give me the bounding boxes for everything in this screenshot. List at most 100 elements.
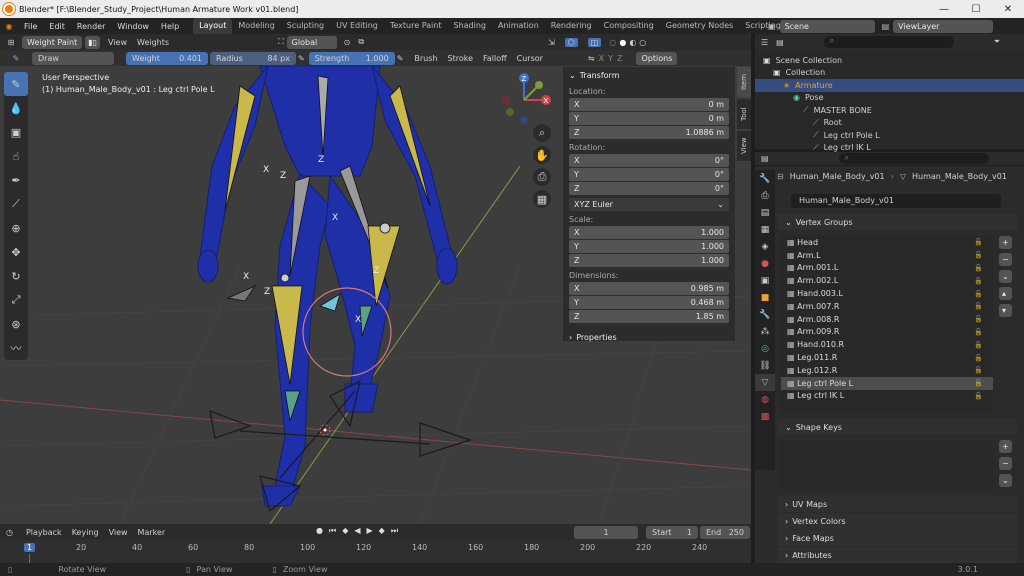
lock-icon[interactable]: 🔓 — [974, 264, 983, 272]
gizmo-toggle-icon[interactable]: ⇲ — [548, 38, 555, 47]
tab-shading[interactable]: Shading — [447, 18, 492, 34]
view-layer-selector[interactable]: ViewLayer — [893, 20, 994, 33]
mode-selector[interactable]: Weight Paint — [22, 35, 83, 49]
vertex-group-item[interactable]: ▦ Leg.012.R 🔓 — [781, 364, 993, 377]
transform-orientation[interactable]: Global — [286, 35, 337, 49]
strength-pressure-icon[interactable]: ✎ — [397, 54, 404, 63]
maximize-button[interactable]: ☐ — [960, 0, 992, 18]
dimensions-x-field[interactable]: X 0.985 m — [569, 282, 729, 295]
menu-render[interactable]: Render — [71, 22, 111, 31]
lock-icon[interactable]: 🔓 — [974, 328, 983, 336]
material-tab-icon[interactable]: ◍ — [755, 391, 775, 408]
tab-geometry-nodes[interactable]: Geometry Nodes — [660, 18, 739, 34]
jump-end-icon[interactable]: ⏭ — [391, 526, 398, 536]
world-tab-icon[interactable]: ● — [755, 255, 775, 272]
remove-vertex-group-button[interactable]: − — [999, 253, 1012, 266]
menu-brush[interactable]: Brush — [409, 54, 442, 63]
weight-field[interactable]: Weight 0.401 — [126, 51, 208, 65]
outliner-row[interactable]: ⟋ Root — [755, 117, 1024, 130]
end-frame-field[interactable]: End 250 — [700, 526, 750, 539]
close-button[interactable]: ✕ — [992, 0, 1024, 18]
current-frame-field[interactable]: 1 — [574, 526, 638, 539]
menu-stroke[interactable]: Stroke — [443, 54, 479, 63]
rotation-x-field[interactable]: X 0° — [569, 154, 729, 167]
play-icon[interactable]: ▶ — [367, 526, 373, 536]
outliner-editor-icon[interactable]: ☰ — [761, 38, 768, 47]
navigation-gizmo[interactable]: Z X — [498, 72, 558, 132]
paint-mask-toggle[interactable]: ▮▯ — [85, 35, 101, 49]
filter-display-mode-icon[interactable]: ▤ — [776, 38, 784, 47]
tab-modeling[interactable]: Modeling — [232, 18, 280, 34]
properties-search-input[interactable]: ⌕ — [838, 153, 989, 164]
tab-animation[interactable]: Animation — [492, 18, 545, 34]
modifier-tab-icon[interactable]: 🔧 — [755, 306, 775, 323]
minimize-button[interactable]: — — [928, 0, 960, 18]
attributes-header[interactable]: › Attributes — [777, 547, 1017, 563]
scale-y-field[interactable]: Y 1.000 — [569, 240, 729, 253]
play-reverse-icon[interactable]: ◀ — [354, 526, 360, 536]
vertex-colors-header[interactable]: › Vertex Colors — [777, 513, 1017, 529]
outliner-row[interactable]: ◉ Pose — [755, 92, 1024, 105]
average-tool-icon[interactable]: ▣ — [4, 120, 28, 144]
editor-type-icon[interactable]: ⊞ — [0, 38, 22, 47]
constraints-tab-icon[interactable]: ⛓ — [755, 357, 775, 374]
lock-icon[interactable]: 🔓 — [974, 277, 983, 285]
add-vertex-group-button[interactable]: + — [999, 236, 1012, 249]
data-tab-icon[interactable]: ▽ — [755, 374, 775, 391]
lock-icon[interactable]: 🔓 — [974, 302, 983, 310]
annotate-tool-icon[interactable]: 〰 — [4, 336, 28, 360]
shape-keys-header[interactable]: ⌄ Shape Keys — [777, 419, 1017, 435]
shading-modes[interactable]: ◌ ● ◐ ○ — [609, 38, 646, 47]
vertex-group-item[interactable]: ▦ Hand.003.L 🔓 — [781, 287, 993, 300]
start-frame-field[interactable]: Start 1 — [646, 526, 698, 539]
vertex-group-item[interactable]: ▦ Arm.001.L 🔓 — [781, 262, 993, 275]
vertex-group-item[interactable]: ▦ Arm.008.R 🔓 — [781, 313, 993, 326]
vertex-group-item[interactable]: ▦ Arm.L 🔓 — [781, 249, 993, 262]
tab-layout[interactable]: Layout — [193, 18, 233, 34]
brush-selector[interactable]: Draw — [32, 51, 114, 65]
rotate-tool-icon[interactable]: ↻ — [4, 264, 28, 288]
lock-icon[interactable]: 🔓 — [974, 392, 983, 400]
smear-tool-icon[interactable]: ☝ — [4, 144, 28, 168]
scale-z-field[interactable]: Z 1.000 — [569, 254, 729, 267]
outliner-row[interactable]: ⟋ Leg ctrl Pole L — [755, 129, 1024, 142]
tab-item[interactable]: Item — [737, 67, 751, 97]
vertex-group-item[interactable]: ▦ Arm.007.R 🔓 — [781, 300, 993, 313]
rotation-z-field[interactable]: Z 0° — [569, 182, 729, 195]
zoom-icon[interactable]: ⌕ — [533, 124, 551, 142]
draw-tool-icon[interactable]: ✎ — [4, 72, 28, 96]
menu-view[interactable]: View — [103, 38, 132, 47]
scale-tool-icon[interactable]: ⤢ — [4, 288, 28, 312]
outliner-row[interactable]: ▣ Scene Collection — [755, 54, 1024, 67]
outliner-row[interactable]: ▣ Collection — [755, 67, 1024, 80]
timeline-ruler[interactable]: 1 20 40 60 80 100 120 140 160 180 200 220 240 — [0, 540, 751, 563]
radius-pressure-icon[interactable]: ✎ — [298, 54, 305, 63]
menu-falloff[interactable]: Falloff — [478, 54, 512, 63]
tab-tool[interactable]: Tool — [737, 99, 751, 129]
move-up-button[interactable]: ▴ — [999, 287, 1012, 300]
face-maps-header[interactable]: › Face Maps — [777, 530, 1017, 546]
uv-maps-header[interactable]: › UV Maps — [777, 496, 1017, 512]
remove-shape-key-button[interactable]: − — [999, 457, 1012, 470]
pivot-icon[interactable]: ⊙ — [344, 38, 351, 47]
location-y-field[interactable]: Y0 m — [569, 112, 729, 125]
location-z-field[interactable]: Z 1.0886 m — [569, 126, 729, 139]
scene-tab-icon[interactable]: ◈ — [755, 238, 775, 255]
vertex-group-item[interactable]: ▦ Leg.011.R 🔓 — [781, 351, 993, 364]
outliner-search-input[interactable]: ⌕ — [823, 36, 954, 48]
lock-icon[interactable]: 🔓 — [974, 238, 983, 246]
object-tab-icon[interactable]: ■ — [755, 289, 775, 306]
physics-tab-icon[interactable]: ◎ — [755, 340, 775, 357]
rendered-shading-icon[interactable]: ○ — [639, 38, 646, 47]
material-shading-icon[interactable]: ◐ — [629, 38, 636, 47]
vertex-group-item[interactable]: ▦ Arm.009.R 🔓 — [781, 326, 993, 339]
add-shape-key-button[interactable]: + — [999, 440, 1012, 453]
menu-playback[interactable]: Playback — [21, 528, 67, 537]
cursor-tool-icon[interactable]: ⊕ — [4, 216, 28, 240]
properties-subpanel-header[interactable]: › Properties — [563, 329, 735, 345]
scale-x-field[interactable]: X 1.000 — [569, 226, 729, 239]
options-button[interactable]: Options — [636, 51, 678, 65]
lock-icon[interactable]: 🔓 — [974, 315, 983, 323]
snap-icon[interactable]: ⧉ — [358, 37, 364, 47]
rotation-mode-select[interactable]: XYZ Euler ⌄ — [569, 198, 729, 211]
